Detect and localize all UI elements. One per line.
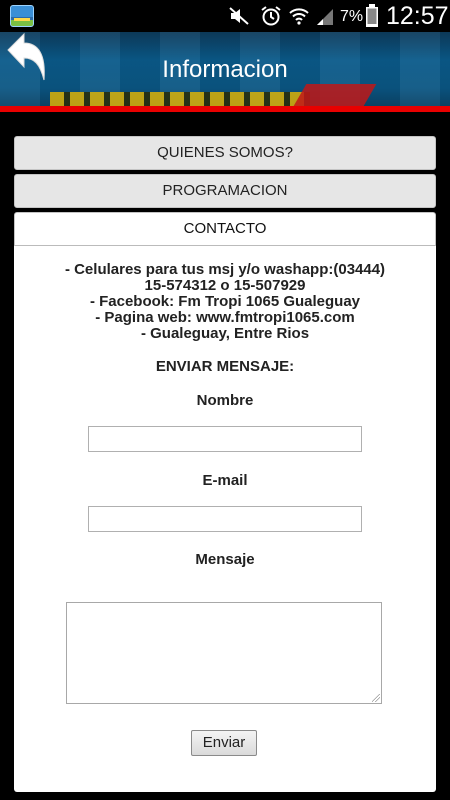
- mute-icon: [226, 4, 252, 28]
- page-title: Informacion: [162, 56, 288, 83]
- send-message-heading: ENVIAR MENSAJE:: [155, 358, 295, 375]
- main-panel: QUIENES SOMOS? PROGRAMACION CONTACTO - C…: [0, 112, 450, 800]
- message-label: Mensaje: [195, 551, 255, 568]
- header-banner-decoration: [293, 84, 377, 106]
- email-field[interactable]: [88, 506, 362, 532]
- alarm-icon: [258, 4, 284, 28]
- clock: 12:57: [386, 2, 449, 30]
- accordion-quienes-somos[interactable]: QUIENES SOMOS?: [14, 136, 436, 170]
- battery-icon: [364, 4, 380, 28]
- contact-line: 15-574312 o 15-507929: [144, 277, 306, 294]
- contact-line: - Pagina web: www.fmtropi1065.com: [95, 309, 355, 326]
- contact-line: - Facebook: Fm Tropi 1065 Gualeguay: [89, 293, 361, 310]
- contact-line: - Gualeguay, Entre Rios: [140, 325, 310, 342]
- message-textarea[interactable]: [66, 602, 382, 704]
- accordion-programacion[interactable]: PROGRAMACION: [14, 174, 436, 208]
- battery-percent: 7%: [340, 8, 364, 25]
- contact-line: - Celulares para tus msj y/o washapp:(03…: [64, 261, 386, 278]
- contact-content: - Celulares para tus msj y/o washapp:(03…: [14, 246, 436, 792]
- signal-icon: [312, 4, 338, 28]
- status-bar: 7% 12:57: [0, 0, 450, 32]
- send-button[interactable]: Enviar: [191, 730, 257, 756]
- name-field[interactable]: [88, 426, 362, 452]
- name-label: Nombre: [196, 392, 254, 409]
- email-label: E-mail: [202, 472, 248, 489]
- accordion-contacto[interactable]: CONTACTO: [14, 212, 436, 246]
- app-header: Informacion: [0, 32, 450, 112]
- app-notification-icon: [10, 5, 34, 27]
- header-banner-decoration: [50, 92, 310, 106]
- wifi-icon: [286, 4, 312, 28]
- resize-handle-icon[interactable]: [372, 694, 380, 702]
